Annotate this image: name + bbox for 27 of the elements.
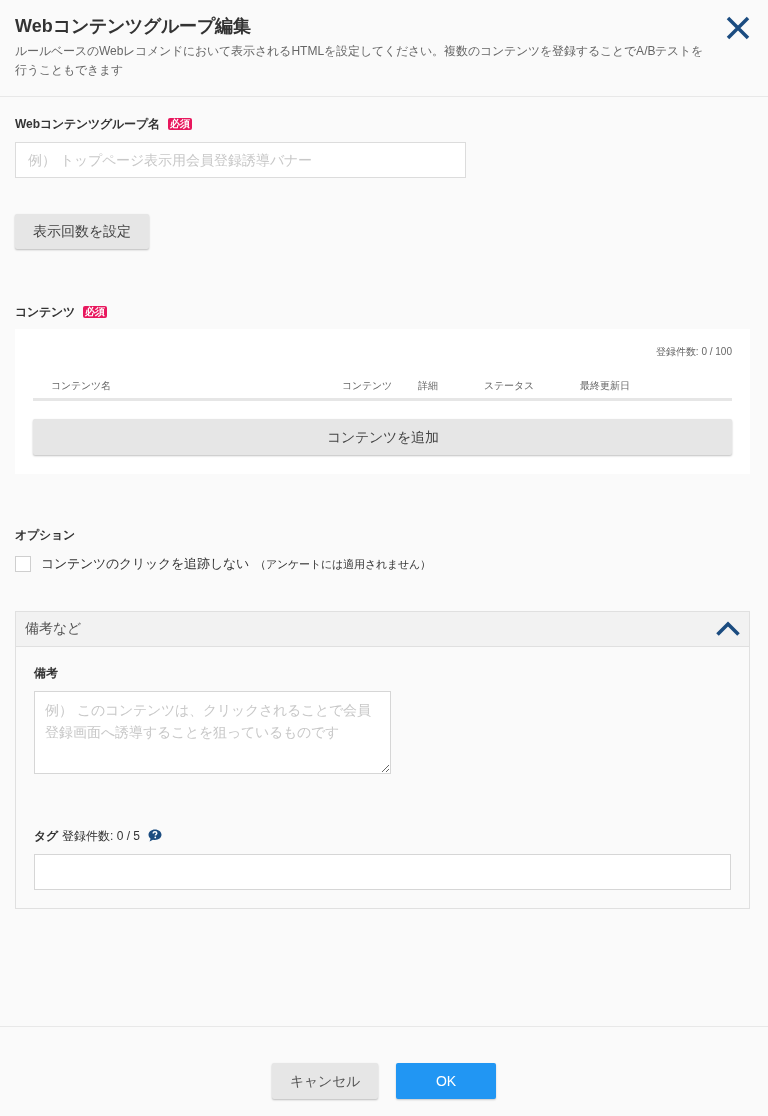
section-label: コンテンツ	[15, 304, 75, 320]
field-label: 備考	[34, 664, 58, 681]
checkbox[interactable]	[15, 555, 31, 572]
add-content-button[interactable]: コンテンツを追加	[33, 419, 732, 455]
panel-title: 備考など	[25, 619, 81, 638]
field-label: Webコンテンツグループ名	[15, 116, 161, 132]
column-header: コンテンツ	[342, 379, 392, 393]
tag-count: 登録件数: 0 / 5	[62, 827, 141, 845]
chevron-up-icon[interactable]	[716, 621, 740, 636]
column-header: 最終更新日	[580, 379, 630, 393]
set-display-count-button[interactable]: 表示回数を設定	[15, 214, 149, 249]
checkbox-label[interactable]: コンテンツのクリックを追跡しない	[41, 554, 249, 574]
dialog-description: ルールベースのWebレコメンドにおいて表示されるHTMLを設定してください。複数のコンテンツを登録することでA/Bテストを行うこともできます	[15, 43, 705, 79]
field-label: タグ	[34, 827, 58, 845]
dialog-title: Webコンテンツグループ編集	[15, 15, 251, 38]
column-header: ステータス	[484, 379, 534, 393]
required-badge: 必須	[168, 118, 193, 130]
checkbox-note: （アンケートには適用されません）	[255, 556, 431, 572]
cancel-button[interactable]: キャンセル	[272, 1063, 378, 1099]
column-header: コンテンツ名	[51, 379, 111, 393]
tag-input-field[interactable]	[34, 853, 731, 890]
required-badge: 必須	[83, 306, 107, 318]
close-icon[interactable]	[726, 16, 750, 40]
help-icon[interactable]	[148, 829, 163, 842]
column-header: 詳細	[418, 379, 438, 393]
registration-count: 登録件数: 0 / 100	[655, 345, 732, 359]
section-label: オプション	[15, 527, 75, 543]
